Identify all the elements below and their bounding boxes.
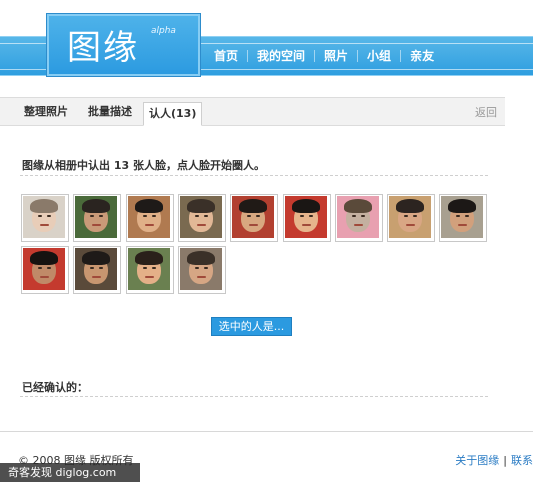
face-photo xyxy=(23,248,65,290)
face-photo xyxy=(232,196,274,238)
face-thumbnail[interactable] xyxy=(335,194,383,242)
face-thumbnail[interactable] xyxy=(283,194,331,242)
faces-intro-text: 图缘从相册中认出 13 张人脸，点人脸开始圈人。 xyxy=(22,159,265,172)
back-link[interactable]: 返回 xyxy=(475,104,497,120)
face-thumbnail[interactable] xyxy=(73,194,121,242)
face-photo xyxy=(337,196,379,238)
logo-alpha-tag: alpha xyxy=(151,26,176,36)
face-thumbnail[interactable] xyxy=(21,246,69,294)
select-person-button[interactable]: 选中的人是... xyxy=(211,317,292,336)
nav-my-space[interactable]: 我的空间 xyxy=(248,46,314,66)
section-divider xyxy=(20,175,488,176)
face-thumbnail[interactable] xyxy=(126,246,174,294)
face-thumbnail[interactable] xyxy=(178,194,226,242)
face-thumbnail[interactable] xyxy=(178,246,226,294)
site-logo[interactable]: 图缘 alpha xyxy=(46,13,201,77)
face-photo xyxy=(23,196,65,238)
footer-divider xyxy=(0,431,533,432)
face-photo xyxy=(75,196,117,238)
nav-groups[interactable]: 小组 xyxy=(358,46,400,66)
face-thumbnail[interactable] xyxy=(230,194,278,242)
face-photo xyxy=(128,196,170,238)
face-thumbnail[interactable] xyxy=(73,246,121,294)
face-photo xyxy=(285,196,327,238)
face-photo xyxy=(180,248,222,290)
tab-bar: 整理照片 批量描述 认人(13) 返回 xyxy=(0,97,505,126)
face-photo xyxy=(75,248,117,290)
tab-recognize-people[interactable]: 认人(13) xyxy=(143,102,203,126)
face-photo xyxy=(441,196,483,238)
footer-links: 关于图缘 | 联系 xyxy=(455,452,533,468)
footer-link-about[interactable]: 关于图缘 xyxy=(455,454,499,467)
face-photo xyxy=(389,196,431,238)
nav-home[interactable]: 首页 xyxy=(205,46,247,66)
nav-friends[interactable]: 亲友 xyxy=(401,46,443,66)
confirmed-heading: 已经确认的： xyxy=(22,381,88,394)
tab-batch-describe[interactable]: 批量描述 xyxy=(88,103,132,121)
tab-organize-photos[interactable]: 整理照片 xyxy=(24,103,68,121)
section-divider xyxy=(20,396,488,397)
face-thumbnail[interactable] xyxy=(126,194,174,242)
footer-link-contact[interactable]: 联系 xyxy=(511,454,533,467)
face-thumbnail[interactable] xyxy=(21,194,69,242)
face-thumbnail[interactable] xyxy=(387,194,435,242)
face-photo xyxy=(180,196,222,238)
main-nav: 首页 我的空间 照片 小组 亲友 xyxy=(205,46,443,66)
watermark: 奇客发现 diglog.com xyxy=(0,463,140,482)
nav-photos[interactable]: 照片 xyxy=(315,46,357,66)
face-photo xyxy=(128,248,170,290)
logo-text: 图缘 xyxy=(67,28,139,68)
footer-link-separator: | xyxy=(503,454,507,467)
face-thumbnail[interactable] xyxy=(439,194,487,242)
